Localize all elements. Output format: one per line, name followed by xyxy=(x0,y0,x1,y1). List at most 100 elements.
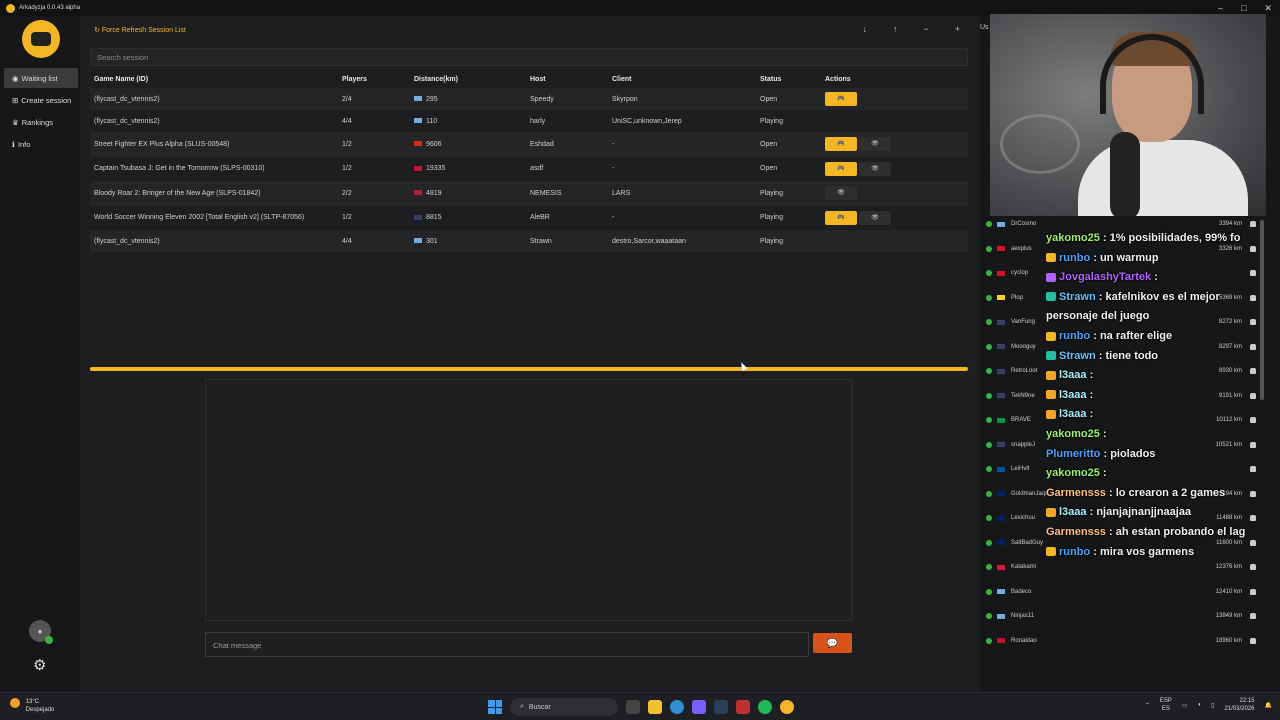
sidebar-item-info[interactable]: ℹ Info xyxy=(4,134,78,154)
close-button[interactable]: ✕ xyxy=(1264,3,1272,14)
game-name-cell: World Soccer Winning Eleven 2002 [Total … xyxy=(94,214,305,222)
spectate-eye-button[interactable]: 👁 xyxy=(859,137,891,152)
app-logo-icon xyxy=(6,3,15,13)
distance-value: 8815 xyxy=(426,214,442,222)
online-status-dot xyxy=(986,221,992,228)
main-panel: ↻ Force Refresh Session List ↓ ↑ − + Sea… xyxy=(80,16,980,692)
bell-icon[interactable] xyxy=(1250,564,1256,571)
stream-chat-message: yakomo25 : 1% posibilidades, 99% fo xyxy=(1046,229,1251,249)
user-list-item[interactable]: Badeco 12410 km xyxy=(986,580,1256,605)
country-flag-icon xyxy=(997,613,1005,619)
join-gamepad-button[interactable]: 🎮 xyxy=(825,137,857,152)
chat-message-input[interactable]: Chat message xyxy=(205,632,809,657)
country-flag-icon xyxy=(997,442,1005,448)
chat-username: yakomo25 xyxy=(1046,467,1100,480)
join-gamepad-button[interactable]: 🎮 xyxy=(825,161,857,176)
table-row[interactable]: Street Fighter EX Plus Alpha (SLUS-00548… xyxy=(90,132,968,157)
microphone-shape xyxy=(1110,132,1140,216)
client-cell: UniSC,unknown,Jerep xyxy=(612,117,682,125)
send-message-button[interactable]: 💬 xyxy=(813,633,852,653)
table-row[interactable]: World Soccer Winning Eleven 2002 [Total … xyxy=(90,206,968,231)
search-session-input[interactable]: Search session xyxy=(90,48,968,66)
col-distance: Distance(km) xyxy=(414,75,458,83)
settings-gear-icon[interactable]: ⚙ xyxy=(33,656,46,674)
table-row[interactable]: Bloody Roar 2: Bringer of the New Age (S… xyxy=(90,181,968,206)
join-gamepad-button[interactable]: 🎮 xyxy=(825,92,857,106)
weather-widget[interactable]: 13°C Despejado xyxy=(10,698,54,714)
status-cell: Open xyxy=(760,140,778,148)
bell-icon[interactable] xyxy=(1250,588,1256,595)
windows-taskbar: 13°C Despejado ⌕ Buscar ⌃ ESP ES ▭ ◖ ▯ 2… xyxy=(0,692,1280,720)
app-icon[interactable] xyxy=(736,700,750,714)
force-refresh-button[interactable]: ↻ Force Refresh Session List xyxy=(94,26,186,34)
file-explorer-icon[interactable] xyxy=(648,700,662,714)
discord-icon[interactable] xyxy=(692,700,706,714)
language-indicator[interactable]: ESP ES xyxy=(1160,697,1172,713)
arrow-down-icon[interactable]: ↓ xyxy=(862,24,867,34)
network-icon[interactable]: ▭ xyxy=(1182,702,1188,709)
chat-messages-area xyxy=(205,379,853,621)
country-flag-icon xyxy=(414,141,422,147)
notification-bell-icon[interactable]: 🔔 xyxy=(1265,702,1272,709)
country-flag-icon xyxy=(997,344,1005,350)
client-cell: LARS xyxy=(612,189,631,197)
players-cell: 2/4 xyxy=(342,95,352,103)
taskbar-clock[interactable]: 22:15 21/03/2026 xyxy=(1224,697,1254,713)
spectate-eye-button[interactable]: 👁 xyxy=(859,210,891,225)
online-status-dot xyxy=(986,294,992,301)
user-name: DrCosmo xyxy=(1011,221,1037,228)
table-row[interactable]: Captain Tsubasa J: Get in the Tomorrow (… xyxy=(90,157,968,182)
user-list-item[interactable]: Ronaldao 18960 km xyxy=(986,629,1256,654)
bell-icon[interactable] xyxy=(1250,613,1256,620)
steam-icon[interactable] xyxy=(714,700,728,714)
minus-icon[interactable]: − xyxy=(923,24,928,34)
taskbar-search[interactable]: ⌕ Buscar xyxy=(510,698,618,716)
arkadyzja-taskbar-icon[interactable] xyxy=(780,700,794,714)
online-status-dot xyxy=(986,490,992,497)
user-name: Ninjas11 xyxy=(1011,613,1034,620)
table-row[interactable]: (flycast_dc_vtennis2) 4/4 110 harly UniSC,un… xyxy=(90,110,968,132)
country-flag-icon xyxy=(997,270,1005,276)
sidebar-item-rankings[interactable]: ♛ Rankings xyxy=(4,112,78,132)
spectate-eye-button[interactable]: 👁 xyxy=(825,186,857,201)
join-gamepad-button[interactable]: 🎮 xyxy=(825,210,857,225)
tray-chevron-icon[interactable]: ⌃ xyxy=(1145,702,1150,709)
user-avatar[interactable]: ● xyxy=(29,620,53,644)
plus-icon[interactable]: + xyxy=(955,24,960,34)
chat-text: personaje del juego xyxy=(1046,310,1150,323)
bell-icon[interactable] xyxy=(1250,637,1256,644)
user-name: Badeco xyxy=(1011,588,1032,595)
table-row[interactable]: (flycast_dc_vtennis2) 2/4 295 Speedy Skyrpon… xyxy=(90,88,968,110)
task-view-icon[interactable] xyxy=(626,700,640,714)
actions-cell: 🎮 👁 xyxy=(821,157,968,182)
battery-icon[interactable]: ▯ xyxy=(1211,702,1214,709)
country-flag-icon xyxy=(414,214,422,220)
spotify-icon[interactable] xyxy=(758,700,772,714)
sidebar-item-waiting-list[interactable]: ◉ Waiting list xyxy=(4,68,78,88)
country-flag-icon xyxy=(997,295,1005,301)
stream-chat-message: l3aaa : njanjajnanjjnaajaa xyxy=(1046,503,1251,523)
user-list-item[interactable]: Ninjas11 13849 km xyxy=(986,604,1256,629)
col-status: Status xyxy=(760,75,782,83)
col-players: Players xyxy=(342,75,367,83)
spectate-eye-button[interactable]: 👁 xyxy=(859,161,891,176)
sidebar-item-create-session[interactable]: ⊞ Create session xyxy=(4,90,78,110)
minimize-button[interactable]: – xyxy=(1218,3,1223,13)
trophy-icon: ♛ xyxy=(12,117,19,127)
panel-divider[interactable] xyxy=(90,367,968,371)
windows-start-icon[interactable] xyxy=(488,700,502,714)
table-row[interactable]: (flycast_dc_vtennis2) 4/4 301 Strawn destro,… xyxy=(90,230,968,252)
players-cell: 1/2 xyxy=(342,165,352,173)
arkadyzja-logo[interactable] xyxy=(22,20,60,58)
host-cell: asdf xyxy=(530,165,544,173)
game-name-cell: Street Fighter EX Plus Alpha (SLUS-00548… xyxy=(94,140,230,148)
user-list-scrollbar[interactable] xyxy=(1260,220,1264,400)
bell-icon[interactable] xyxy=(1250,221,1256,228)
arrow-up-icon[interactable]: ↑ xyxy=(893,24,898,34)
edge-browser-icon[interactable] xyxy=(670,700,684,714)
taskbar-apps: ⌕ Buscar xyxy=(488,698,794,716)
maximize-button[interactable]: □ xyxy=(1241,3,1246,13)
volume-icon[interactable]: ◖ xyxy=(1198,702,1202,708)
game-name-cell: (flycast_dc_vtennis2) xyxy=(94,95,160,103)
stream-chat-message: runbo : un warmup xyxy=(1046,249,1251,269)
